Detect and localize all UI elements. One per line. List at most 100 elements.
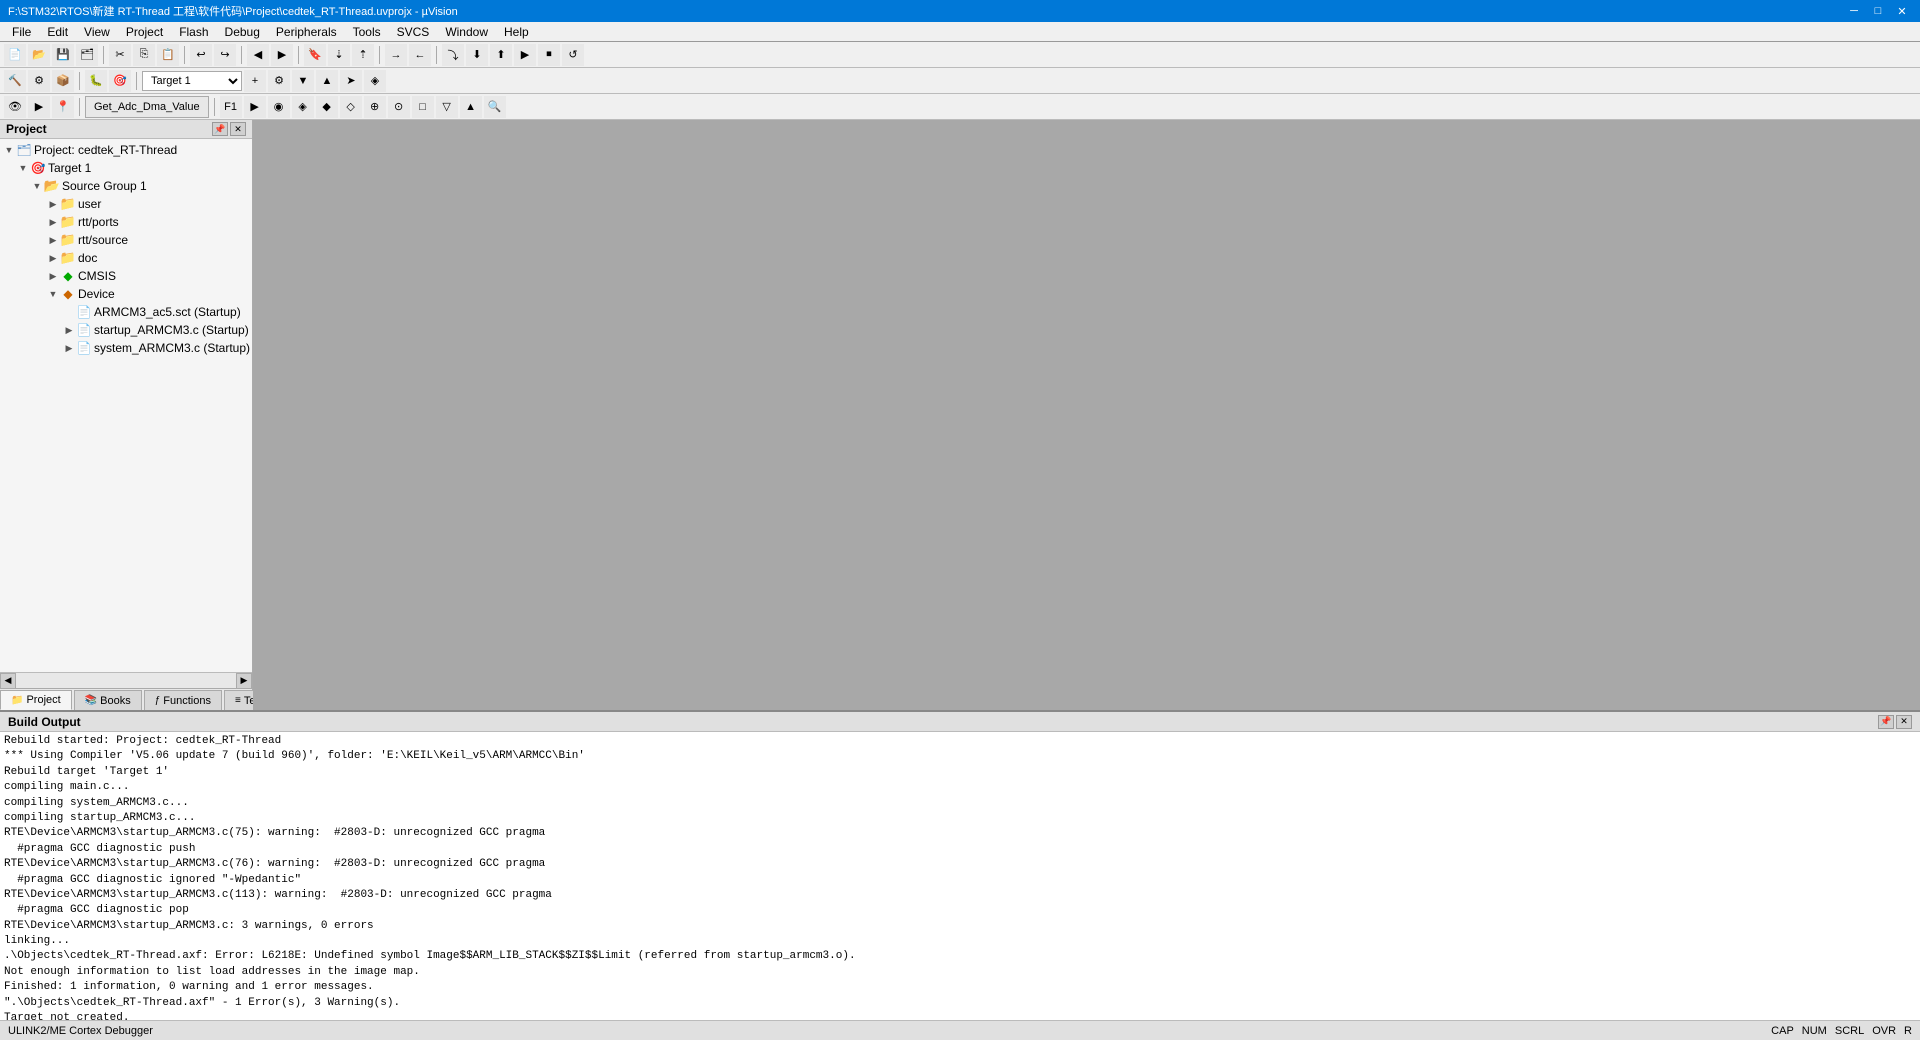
tree-item-user[interactable]: ▶ 📁 user [0, 195, 252, 213]
stop-btn[interactable]: ⏹ [538, 44, 560, 66]
tree-item-device[interactable]: ▼ ◆ Device [0, 285, 252, 303]
fn4-btn[interactable]: ◈ [292, 96, 314, 118]
panel-pin-btn[interactable]: 📌 [212, 122, 228, 136]
close-button[interactable]: ✕ [1892, 3, 1912, 19]
watch-add-btn[interactable]: 👁 [4, 96, 26, 118]
fn8-btn[interactable]: ⊙ [388, 96, 410, 118]
menu-bar: File Edit View Project Flash Debug Perip… [0, 22, 1920, 42]
num-indicator: NUM [1802, 1025, 1827, 1037]
rte-btn[interactable]: ◈ [364, 70, 386, 92]
tab-functions[interactable]: ƒ Functions [144, 690, 222, 710]
armcm3-sct-file-icon: 📄 [76, 304, 92, 320]
maximize-button[interactable]: □ [1868, 3, 1888, 19]
expander-startup-armcm3: ▶ [62, 323, 76, 337]
tree-item-project-root[interactable]: ▼ 🗂 Project: cedtek_RT-Thread [0, 141, 252, 159]
fn7-btn[interactable]: ⊕ [364, 96, 386, 118]
prev-error-btn[interactable]: ▲ [316, 70, 338, 92]
debug-btn[interactable]: 🐛 [85, 70, 107, 92]
output-close-btn[interactable]: ✕ [1896, 715, 1912, 729]
bookmark-prev-btn[interactable]: ⇡ [352, 44, 374, 66]
panel-horizontal-scrollbar[interactable]: ◀ ▶ [0, 672, 252, 688]
scrl-indicator: SCRL [1835, 1025, 1864, 1037]
app-body: File Edit View Project Flash Debug Perip… [0, 22, 1920, 1040]
fn10-btn[interactable]: ▽ [436, 96, 458, 118]
output-line-8: RTE\Device\ARMCM3\startup_ARMCM3.c(76): … [4, 857, 1916, 872]
tab-project[interactable]: 📁 Project [0, 690, 72, 710]
run-btn[interactable]: ▶ [514, 44, 536, 66]
tree-item-doc[interactable]: ▶ 📁 doc [0, 249, 252, 267]
tree-item-cmsis[interactable]: ▶ ◆ CMSIS [0, 267, 252, 285]
tree-item-system-armcm3[interactable]: ▶ 📄 system_ARMCM3.c (Startup) [0, 339, 252, 357]
add-target-btn[interactable]: + [244, 70, 266, 92]
target-select[interactable]: Target 1 [142, 71, 242, 91]
paste-btn[interactable]: 📋 [157, 44, 179, 66]
menu-flash[interactable]: Flash [171, 23, 216, 41]
new-file-btn[interactable]: 📄 [4, 44, 26, 66]
fn3-btn[interactable]: ◉ [268, 96, 290, 118]
step-out-btn[interactable]: ⬆ [490, 44, 512, 66]
fn2-btn[interactable]: ▶ [244, 96, 266, 118]
nav-back-btn[interactable]: ◀ [247, 44, 269, 66]
target-options-btn[interactable]: 🎯 [109, 70, 131, 92]
fn9-btn[interactable]: □ [412, 96, 434, 118]
jump-btn[interactable]: ➤ [340, 70, 362, 92]
minimize-button[interactable]: ─ [1844, 3, 1864, 19]
indent-btn[interactable]: → [385, 44, 407, 66]
batch-btn[interactable]: 📦 [52, 70, 74, 92]
reset-btn[interactable]: ↺ [562, 44, 584, 66]
fn1-btn[interactable]: F1 [220, 96, 242, 118]
redo-btn[interactable]: ↪ [214, 44, 236, 66]
expander-cmsis: ▶ [46, 269, 60, 283]
unindent-btn[interactable]: ← [409, 44, 431, 66]
cut-btn[interactable]: ✂ [109, 44, 131, 66]
tree-item-rtt-ports[interactable]: ▶ 📁 rtt/ports [0, 213, 252, 231]
menu-svcs[interactable]: SVCS [389, 23, 438, 41]
tab-books[interactable]: 📚 Books [74, 690, 142, 710]
menu-file[interactable]: File [4, 23, 39, 41]
tab-project-label: Project [26, 694, 60, 706]
expander-device: ▼ [46, 287, 60, 301]
next-error-btn[interactable]: ▼ [292, 70, 314, 92]
fn11-btn[interactable]: ▲ [460, 96, 482, 118]
scroll-left-arrow[interactable]: ◀ [0, 673, 16, 689]
translate-btn[interactable]: ⚙ [28, 70, 50, 92]
undo-btn[interactable]: ↩ [190, 44, 212, 66]
tree-item-rtt-source[interactable]: ▶ 📁 rtt/source [0, 231, 252, 249]
menu-tools[interactable]: Tools [345, 23, 389, 41]
scroll-right-arrow[interactable]: ▶ [236, 673, 252, 689]
target-settings-btn[interactable]: ⚙ [268, 70, 290, 92]
menu-project[interactable]: Project [118, 23, 171, 41]
output-line-13: linking... [4, 934, 1916, 949]
save-all-btn[interactable]: 🗂 [76, 44, 98, 66]
fn5-btn[interactable]: ◆ [316, 96, 338, 118]
sep8 [136, 72, 137, 90]
panel-close-btn[interactable]: ✕ [230, 122, 246, 136]
menu-window[interactable]: Window [437, 23, 496, 41]
menu-view[interactable]: View [76, 23, 118, 41]
fn6-btn[interactable]: ◇ [340, 96, 362, 118]
menu-debug[interactable]: Debug [217, 23, 268, 41]
nav-fwd-btn[interactable]: ▶ [271, 44, 293, 66]
tree-item-startup-armcm3[interactable]: ▶ 📄 startup_ARMCM3.c (Startup) [0, 321, 252, 339]
bookmark-next-btn[interactable]: ⇣ [328, 44, 350, 66]
fn12-btn[interactable]: 🔍 [484, 96, 506, 118]
save-btn[interactable]: 💾 [52, 44, 74, 66]
exec-btn[interactable]: ▶ [28, 96, 50, 118]
menu-peripherals[interactable]: Peripherals [268, 23, 345, 41]
output-content: Rebuild started: Project: cedtek_RT-Thre… [0, 732, 1920, 1020]
tree-item-target1[interactable]: ▼ 🎯 Target 1 [0, 159, 252, 177]
bookmark-btn[interactable]: 🔖 [304, 44, 326, 66]
build-all-btn[interactable]: 🔨 [4, 70, 26, 92]
output-pin-btn[interactable]: 📌 [1878, 715, 1894, 729]
trace-btn[interactable]: 📍 [52, 96, 74, 118]
step-in-btn[interactable]: ⬇ [466, 44, 488, 66]
step-over-btn[interactable]: ⤵ [442, 44, 464, 66]
get-adc-dma-btn[interactable]: Get_Adc_Dma_Value [85, 96, 209, 118]
menu-help[interactable]: Help [496, 23, 537, 41]
tree-item-armcm3-sct[interactable]: ▶ 📄 ARMCM3_ac5.sct (Startup) [0, 303, 252, 321]
output-header-buttons: 📌 ✕ [1878, 715, 1912, 729]
tree-item-source-group1[interactable]: ▼ 📂 Source Group 1 [0, 177, 252, 195]
copy-btn[interactable]: ⎘ [133, 44, 155, 66]
open-btn[interactable]: 📂 [28, 44, 50, 66]
menu-edit[interactable]: Edit [39, 23, 76, 41]
